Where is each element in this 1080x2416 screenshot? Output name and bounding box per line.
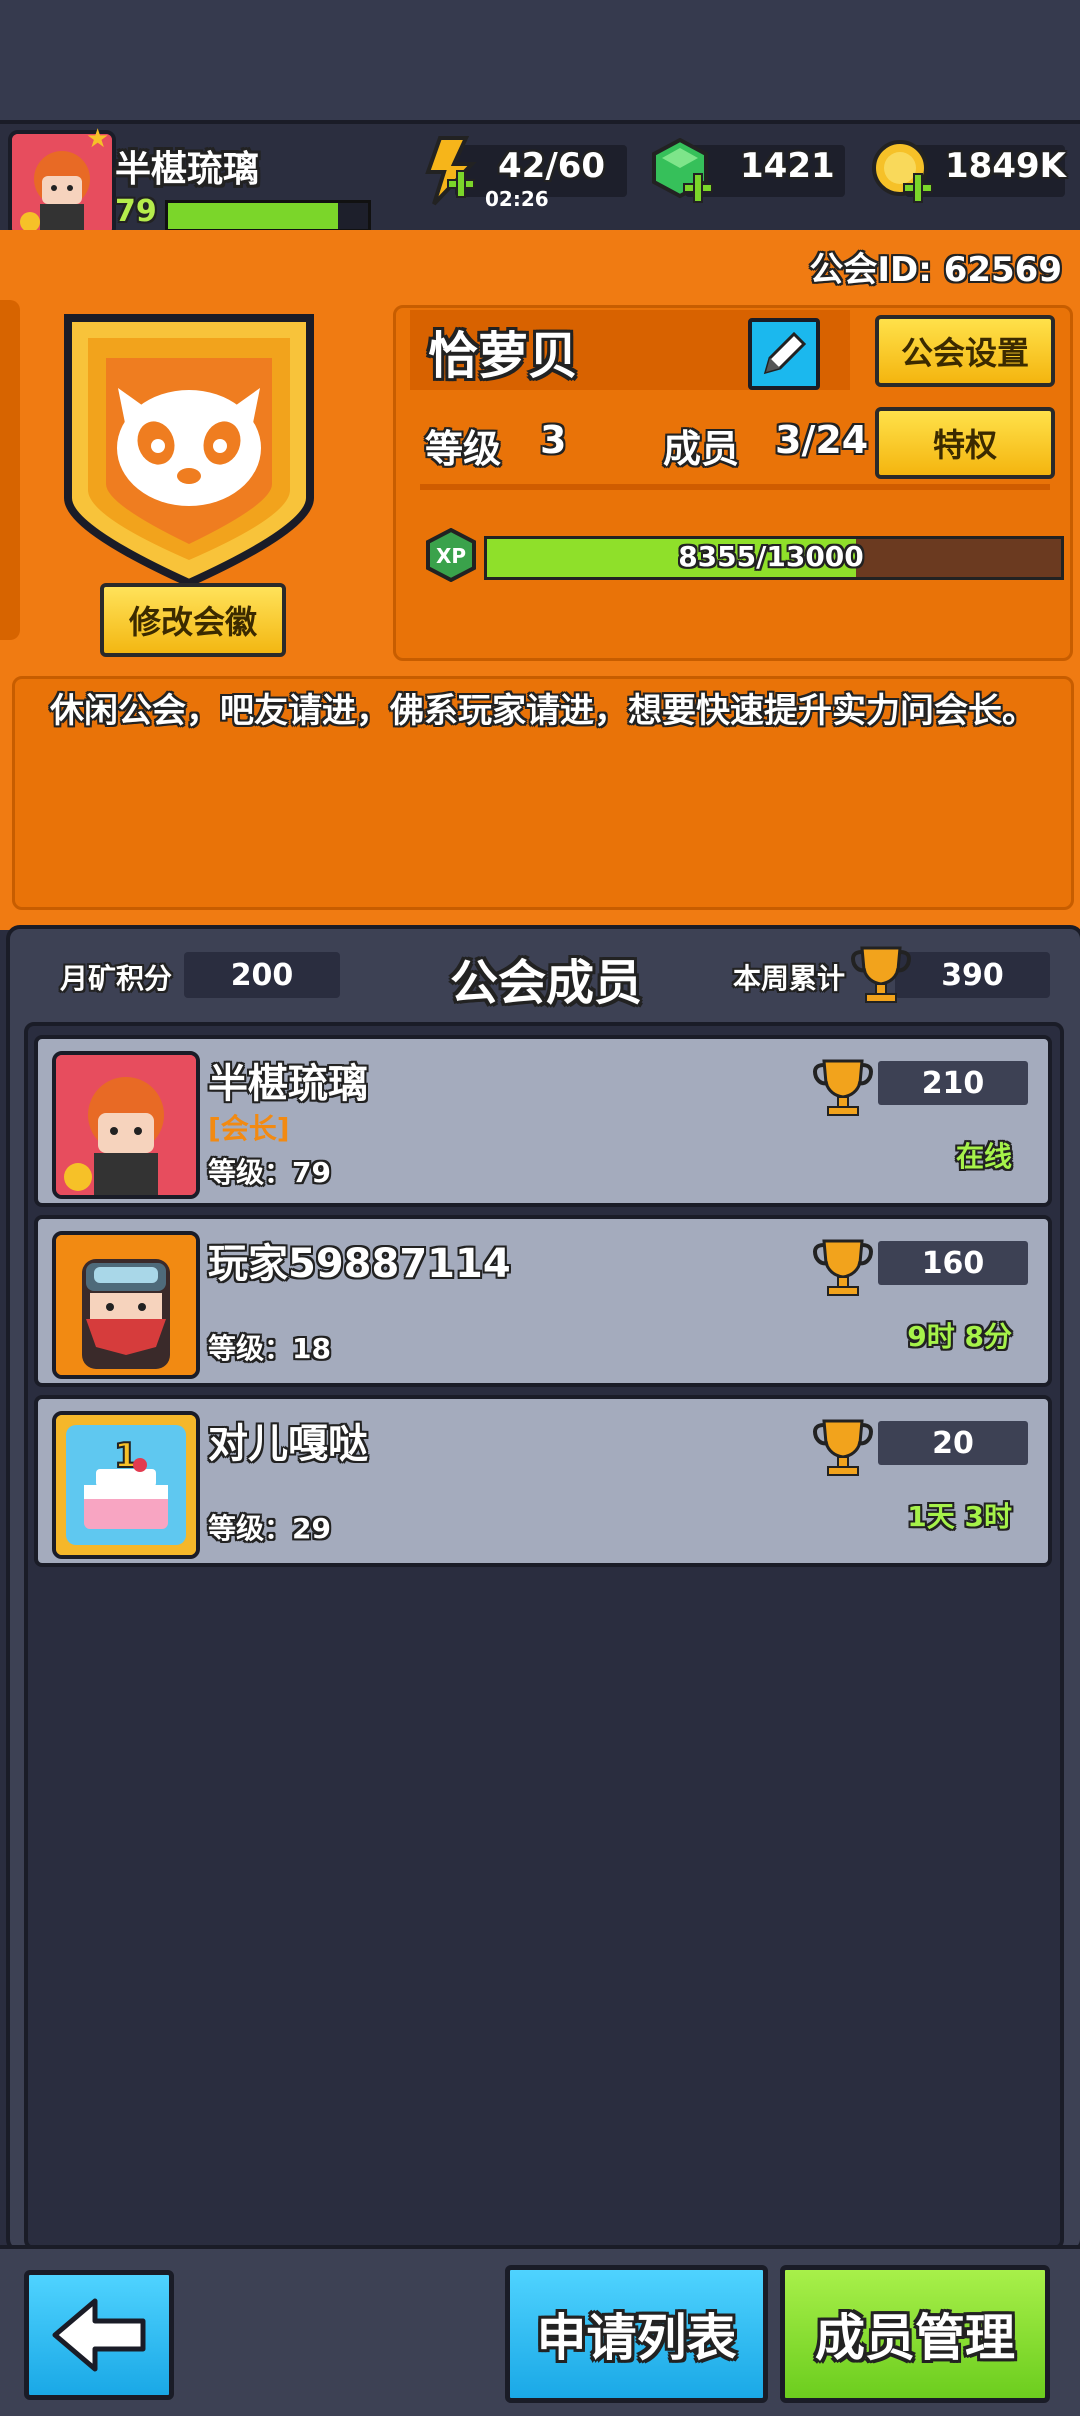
ninja-avatar-icon xyxy=(56,1235,196,1375)
divider xyxy=(420,484,1050,490)
back-button[interactable] xyxy=(24,2270,174,2400)
energy-value: 42/60 xyxy=(498,146,606,186)
trophy-icon xyxy=(810,1413,876,1483)
guild-xp-text: 8355/13000 xyxy=(678,540,864,573)
monthly-label: 月矿积分 xyxy=(60,962,173,995)
member-avatar xyxy=(52,1051,200,1199)
red-panda-icon xyxy=(117,388,261,506)
member-avatar: 1 xyxy=(52,1411,200,1559)
gems-value: 1421 xyxy=(740,146,835,186)
change-badge-button[interactable]: 修改会徽 xyxy=(100,583,286,657)
guild-badge[interactable] xyxy=(48,298,330,592)
member-avatar xyxy=(52,1231,200,1379)
member-status: 1天 3时 xyxy=(907,1500,1012,1533)
player-xp-bar xyxy=(165,200,371,232)
weekly-value: 390 xyxy=(895,952,1050,998)
member-avatar-icon xyxy=(56,1055,196,1195)
member-level: 等级：29 xyxy=(208,1512,331,1545)
pencil-icon xyxy=(763,331,807,375)
member-status: 在线 xyxy=(955,1140,1012,1173)
member-level: 等级：18 xyxy=(208,1332,331,1365)
weekly-label: 本周累计 xyxy=(733,962,846,995)
member-status: 9时 8分 xyxy=(907,1320,1012,1353)
member-name: 半椹琉璃 xyxy=(208,1061,368,1107)
member-manage-button[interactable]: 成员管理 xyxy=(780,2265,1050,2403)
guild-name: 恰萝贝 xyxy=(428,327,578,385)
guild-level-value: 3 xyxy=(540,418,567,462)
member-score: 210 xyxy=(878,1061,1028,1105)
member-card[interactable]: 半椹琉璃 [会长] 等级：79 210 在线 xyxy=(34,1035,1052,1207)
member-name: 玩家59887114 xyxy=(208,1241,511,1287)
guild-description: 休闲公会，吧友请进，佛系玩家请进，想要快速提升实力问会长。 xyxy=(50,691,1036,731)
player-level: 79 xyxy=(115,194,157,229)
gem-icon[interactable] xyxy=(650,137,714,210)
guild-level-label: 等级 xyxy=(425,427,502,471)
left-edge-panel xyxy=(0,300,20,640)
energy-timer: 02:26 xyxy=(485,187,549,211)
cake-avatar-icon: 1 xyxy=(56,1415,196,1555)
star-icon: ★ xyxy=(86,124,110,154)
edit-name-button[interactable] xyxy=(748,318,820,390)
guild-id: 公会ID: 62569 xyxy=(809,250,1062,290)
xp-icon: XP xyxy=(424,527,478,583)
apply-list-button[interactable]: 申请列表 xyxy=(505,2265,768,2403)
trophy-icon xyxy=(810,1233,876,1303)
members-title: 公会成员 xyxy=(450,955,643,1011)
svg-text:1: 1 xyxy=(114,1436,138,1476)
trophy-icon xyxy=(848,940,914,1010)
status-bar xyxy=(0,0,1080,120)
coin-icon[interactable] xyxy=(870,138,934,210)
lightning-icon[interactable] xyxy=(418,136,478,210)
xp-tag: XP xyxy=(436,544,466,568)
back-arrow-icon xyxy=(52,2298,146,2372)
member-score: 20 xyxy=(878,1421,1028,1465)
member-score: 160 xyxy=(878,1241,1028,1285)
guild-members-label: 成员 xyxy=(663,427,740,471)
guild-members-value: 3/24 xyxy=(775,418,869,462)
member-card[interactable]: 玩家59887114 等级：18 160 9时 8分 xyxy=(34,1215,1052,1387)
member-role: [会长] xyxy=(208,1112,290,1145)
guild-settings-button[interactable]: 公会设置 xyxy=(875,315,1055,387)
monthly-value: 200 xyxy=(184,952,340,998)
member-name: 对儿嘎哒 xyxy=(208,1421,368,1467)
coins-value: 1849K xyxy=(945,146,1066,186)
privilege-button[interactable]: 特权 xyxy=(875,407,1055,479)
member-level: 等级：79 xyxy=(208,1156,331,1189)
player-name: 半椹琉璃 xyxy=(115,149,260,190)
member-card[interactable]: 1 对儿嘎哒 等级：29 20 1天 3时 xyxy=(34,1395,1052,1567)
trophy-icon xyxy=(810,1053,876,1123)
